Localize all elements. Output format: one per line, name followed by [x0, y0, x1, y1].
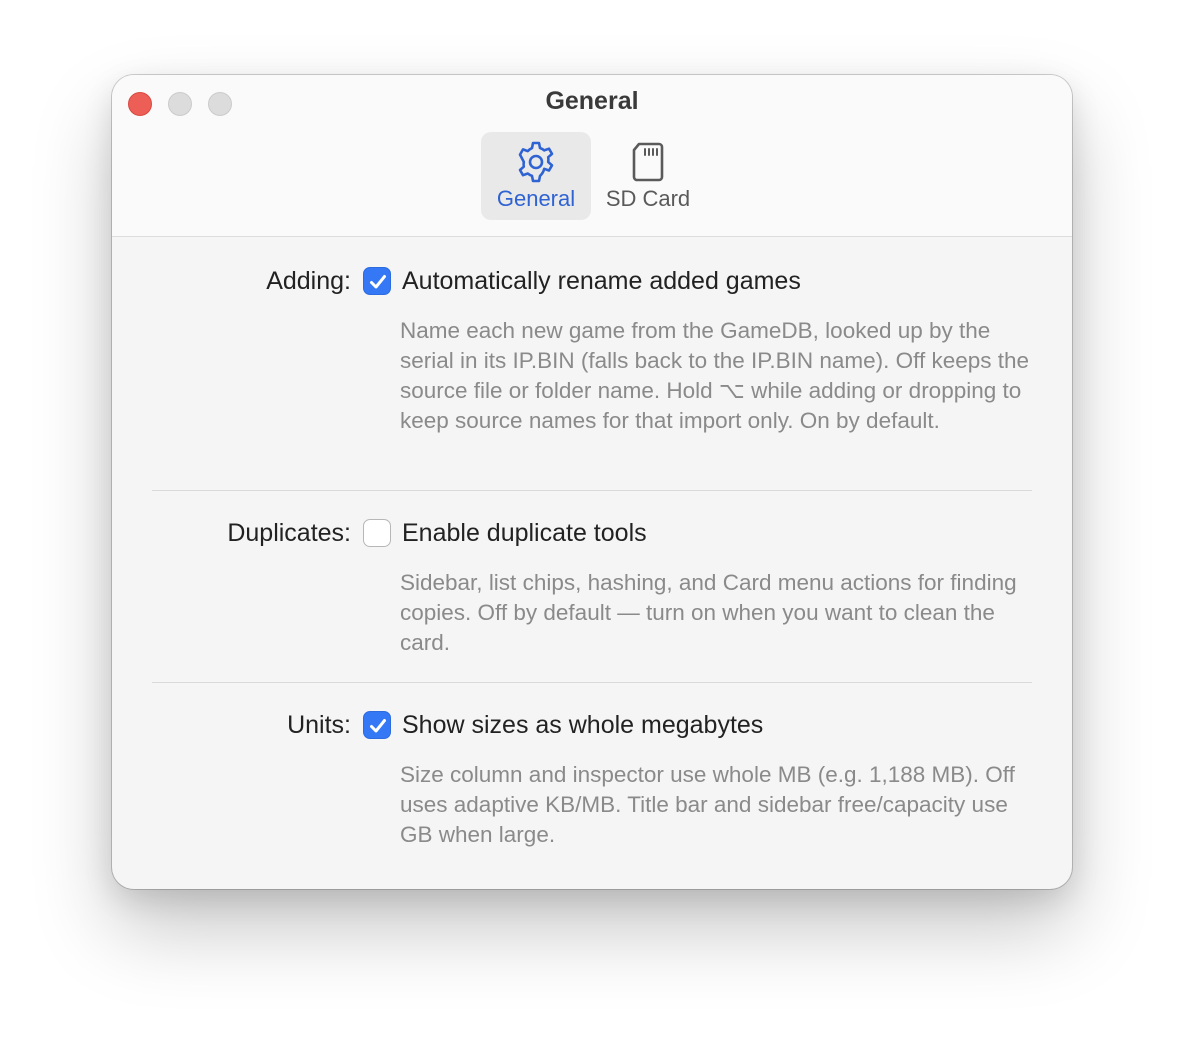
duplicate-tools-option-label[interactable]: Enable duplicate tools — [402, 519, 647, 548]
section-divider — [152, 682, 1032, 683]
settings-content: Adding: Automatically rename added games… — [112, 237, 1072, 889]
auto-rename-option-label[interactable]: Automatically rename added games — [402, 267, 801, 296]
section-divider — [152, 490, 1032, 491]
tab-sd-card-label: SD Card — [605, 186, 691, 211]
tab-sd-card[interactable]: SD Card — [595, 132, 701, 220]
duplicate-tools-description: Sidebar, list chips, hashing, and Card m… — [400, 570, 1017, 655]
tab-general-label: General — [496, 186, 576, 211]
units-label: Units: — [287, 711, 351, 739]
tab-general[interactable]: General — [481, 132, 591, 220]
adding-label: Adding: — [266, 267, 351, 295]
auto-rename-description: Name each new game from the GameDB, look… — [400, 318, 1030, 433]
window-title: General — [545, 87, 639, 115]
duplicate-tools-checkbox[interactable] — [363, 519, 391, 547]
checkmark-icon — [370, 275, 386, 289]
gear-icon — [518, 141, 554, 183]
sd-card-icon — [632, 142, 664, 182]
whole-megabytes-checkbox[interactable] — [363, 711, 391, 739]
auto-rename-checkbox[interactable] — [363, 267, 391, 295]
whole-megabytes-option-label[interactable]: Show sizes as whole megabytes — [402, 711, 763, 740]
whole-megabytes-description: Size column and inspector use whole MB (… — [400, 762, 1015, 847]
settings-window: General General SD Card Adding: Automati… — [112, 75, 1072, 889]
title-bar: General General SD Card — [112, 75, 1072, 237]
checkmark-icon — [370, 719, 386, 733]
duplicates-label: Duplicates: — [227, 519, 351, 547]
